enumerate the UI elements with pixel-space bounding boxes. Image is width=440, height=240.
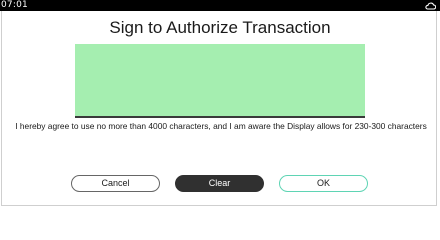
clear-button[interactable]: Clear bbox=[175, 175, 264, 192]
signature-line bbox=[75, 116, 365, 118]
status-time: 07:01 bbox=[1, 0, 28, 10]
cloud-icon bbox=[425, 2, 436, 10]
ok-button[interactable]: OK bbox=[279, 175, 368, 192]
signature-pad[interactable] bbox=[75, 44, 365, 116]
agreement-text: I hereby agree to use no more than 4000 … bbox=[15, 121, 427, 131]
cancel-button[interactable]: Cancel bbox=[71, 175, 160, 192]
dialog-title: Sign to Authorize Transaction bbox=[109, 18, 331, 37]
status-bar: 07:01 bbox=[0, 0, 440, 11]
